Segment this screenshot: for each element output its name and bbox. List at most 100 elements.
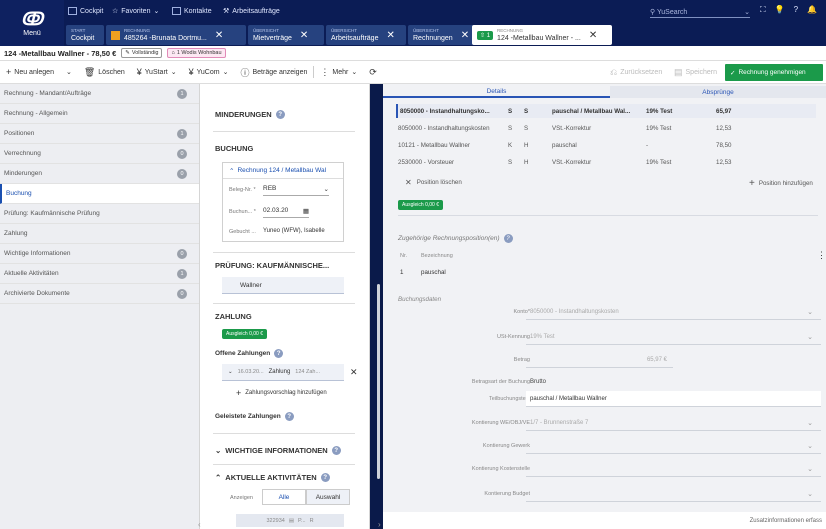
topbar-arbeitsauftraege[interactable]: ⚒ Arbeitsaufträge xyxy=(223,7,280,16)
chevron-down-icon: ⌄ xyxy=(65,69,72,76)
show-amounts-button[interactable]: ⓘ Beträge anzeigen xyxy=(234,66,313,79)
nav-item-aktuelle-aktivitaeten[interactable]: Aktuelle Aktivitäten 1 xyxy=(0,264,199,284)
betrag-field[interactable]: Betrag 65,97 € xyxy=(383,352,826,368)
nav-item-allgemein[interactable]: Rechnung - Allgemein xyxy=(0,104,199,124)
section-zahlung: ZAHLUNG xyxy=(215,312,252,321)
more-vertical-icon[interactable]: ⋮ xyxy=(817,250,826,261)
konto-field[interactable]: Konto* 8050000 - Instandhaltungskosten ⌄ xyxy=(383,304,826,320)
chevron-up-icon: ⌃ xyxy=(215,473,222,482)
delete-button[interactable]: 🗑 Löschen xyxy=(78,67,131,78)
tab-absprunge[interactable]: Absprünge xyxy=(610,86,826,98)
main-menu-button[interactable]: ↂ Menü xyxy=(0,0,64,46)
booking-card: ⌃ Rechnung 124 / Metallbau Wal Beleg-Nr. … xyxy=(222,162,344,242)
help-icon[interactable]: ? xyxy=(284,412,294,421)
save-button[interactable]: ▤ Speichern xyxy=(668,67,723,78)
tab-rechnung-485264[interactable]: RECHNUNG 485264 -Brunata Dortmu... ✕ xyxy=(106,25,246,45)
close-icon[interactable]: ✕ xyxy=(350,367,358,378)
booking-date-input[interactable]: 02.03.20 ▦ xyxy=(263,204,309,218)
activity-item[interactable]: 322934 ▤ P... R xyxy=(236,514,344,527)
add-position-button[interactable]: + Position hinzufügen xyxy=(749,178,813,189)
additional-info-link[interactable]: Zusatzinformationen erfass xyxy=(750,518,822,524)
beleg-select[interactable]: REB ⌄ xyxy=(263,182,329,196)
chevron-left-icon[interactable]: ‹ xyxy=(198,520,201,529)
kontierung-kostenstelle-field[interactable]: Kontierung Kostenstelle ⌄ xyxy=(383,461,826,477)
help-icon[interactable]: ? xyxy=(331,446,341,455)
close-icon[interactable]: ✕ xyxy=(461,30,469,41)
chevron-down-icon: ⌄ xyxy=(807,419,813,427)
pruefer-field[interactable]: Wallner xyxy=(222,277,344,294)
nav-item-verrechnung[interactable]: Verrechnung 0 xyxy=(0,144,199,164)
scrollbar[interactable] xyxy=(377,284,380,479)
bell-icon[interactable]: 🔔 xyxy=(807,5,817,15)
table-row[interactable]: 8050000 - Instandhaltungskosten S S VSt.-Ko… xyxy=(398,122,818,134)
section-aktuelle-aktivitaeten[interactable]: ⌃ AKTUELLE AKTIVITÄTEN? xyxy=(215,473,330,482)
nav-item-positionen[interactable]: Positionen 1 xyxy=(0,124,199,144)
close-icon[interactable]: ✕ xyxy=(300,30,308,41)
delete-position-button[interactable]: ✕ Position löschen xyxy=(405,178,462,187)
table-row[interactable]: 8050000 - Instandhaltungsko... S Spauschal… xyxy=(396,104,816,118)
nav-item-mandant[interactable]: Rechnung - Mandant/Aufträge 1 xyxy=(0,84,199,104)
reset-button[interactable]: ⎌ Zurücksetzen xyxy=(604,67,668,78)
add-payment-suggestion-button[interactable]: + Zahlungsvorschlag hinzufügen xyxy=(236,388,327,398)
new-dropdown-button[interactable]: ⌄ xyxy=(60,68,78,76)
topbar-cockpit[interactable]: Cockpit xyxy=(68,7,103,15)
chevron-right-icon[interactable]: › xyxy=(378,520,381,529)
more-button[interactable]: ⋮ Mehr ⌄ xyxy=(314,67,363,78)
pencil-icon: ✎ xyxy=(125,50,130,56)
calendar-icon[interactable]: ▦ xyxy=(303,207,309,215)
teilbuchungstext-field[interactable]: Teilbuchungstext pauschal / Metallbau Wal… xyxy=(383,391,826,407)
nav-item-wichtige-informationen[interactable]: Wichtige Informationen 0 xyxy=(0,244,199,264)
nav-item-buchung[interactable]: Buchung xyxy=(0,184,199,204)
table-row[interactable]: 2530000 - Vorsteuer S H VSt.-Korrektur 19% T… xyxy=(398,156,818,168)
trash-icon: 🗑 xyxy=(83,66,96,77)
kontierung-gewerk-field[interactable]: Kontierung Gewerk ⌄ xyxy=(383,438,826,454)
filter-all-button[interactable]: Alle xyxy=(262,489,306,505)
tab-rechnung-124[interactable]: ⇧ 1 RECHNUNG 124 -Metallbau Wallner - ... ✕ xyxy=(472,25,612,45)
record-title-bar: 124 -Metallbau Wallner - 78,50 € ✎ Vollst… xyxy=(0,46,826,61)
close-icon[interactable]: ✕ xyxy=(589,30,597,41)
new-button[interactable]: + Neu anlegen xyxy=(0,67,60,77)
section-buchung: BUCHUNG xyxy=(215,144,254,153)
refresh-button[interactable]: ⟳ xyxy=(363,67,383,78)
fullscreen-icon[interactable]: ⛶ xyxy=(760,5,766,15)
search-input[interactable]: ⚲ YuSearch ⌄ xyxy=(650,6,750,18)
topbar-kontakte[interactable]: Kontakte xyxy=(172,7,212,15)
yucom-button[interactable]: ¥ YuCom ⌄ xyxy=(183,67,235,77)
nav-item-zahlung[interactable]: Zahlung xyxy=(0,224,199,244)
section-nav: Rechnung - Mandant/Aufträge 1 Rechnung - … xyxy=(0,84,200,529)
undo-icon: ⎌ xyxy=(610,66,618,77)
tab-mietvertraege[interactable]: ÜBERSICHT Mietverträge ✕ xyxy=(248,25,324,45)
tab-details[interactable]: Details xyxy=(383,86,610,98)
ust-field[interactable]: USt-Kennung 19% Test ⌄ xyxy=(383,329,826,345)
nav-item-archivierte-dokumente[interactable]: Archivierte Dokumente 0 xyxy=(0,284,199,304)
yucom-icon: ¥ xyxy=(188,67,194,77)
filter-selection-button[interactable]: Auswahl xyxy=(306,489,350,505)
close-icon[interactable]: ✕ xyxy=(386,30,394,41)
kontierung-obj-field[interactable]: Kontierung WE/OBJ/VE 1/7 - Brunnenstraße … xyxy=(383,415,826,431)
help-icon[interactable]: ? xyxy=(275,110,285,119)
table-row[interactable]: 10121 - Metallbau Wallner K Hpauschal -78,5… xyxy=(398,139,818,151)
chevron-down-icon: ⌄ xyxy=(807,308,813,316)
company-chip[interactable]: ⌂ 1 Wodis Wohnbau xyxy=(167,48,226,58)
topbar-favoriten[interactable]: ☆ Favoriten ⌄ xyxy=(112,7,159,16)
status-chip-complete: ✎ Vollständig xyxy=(121,48,163,58)
tab-cockpit[interactable]: START Cockpit xyxy=(66,25,104,45)
booking-card-header[interactable]: ⌃ Rechnung 124 / Metallbau Wal xyxy=(229,167,326,175)
help-icon[interactable]: ? xyxy=(320,473,330,482)
approve-invoice-button[interactable]: ✓ Rechnung genehmigen xyxy=(725,64,823,81)
close-icon[interactable]: ✕ xyxy=(215,30,223,41)
plus-icon: + xyxy=(236,388,242,398)
kontierung-budget-field[interactable]: Kontierung Budget ⌄ xyxy=(383,486,826,502)
help-icon[interactable]: ? xyxy=(794,5,798,15)
help-icon[interactable]: ? xyxy=(274,349,284,358)
tab-arbeitsauftraege[interactable]: ÜBERSICHT Arbeitsaufträge ✕ xyxy=(326,25,406,45)
open-payment-item[interactable]: ⌄ 16.03.20... Zahlung 124 Zah... xyxy=(222,364,344,381)
plus-icon: + xyxy=(6,67,12,77)
nav-item-pruefung[interactable]: Prüfung: Kaufmännische Prüfung xyxy=(0,204,199,224)
yustart-button[interactable]: ¥ YuStart ⌄ xyxy=(131,67,183,77)
nav-item-minderungen[interactable]: Minderungen 0 xyxy=(0,164,199,184)
section-wichtige-informationen[interactable]: ⌄ WICHTIGE INFORMATIONEN? xyxy=(215,446,341,455)
lightbulb-icon[interactable]: 💡 xyxy=(775,5,785,15)
positions-panel: Details Absprünge 8050000 - Instandhaltu… xyxy=(383,84,826,529)
help-icon[interactable]: ? xyxy=(503,234,513,243)
